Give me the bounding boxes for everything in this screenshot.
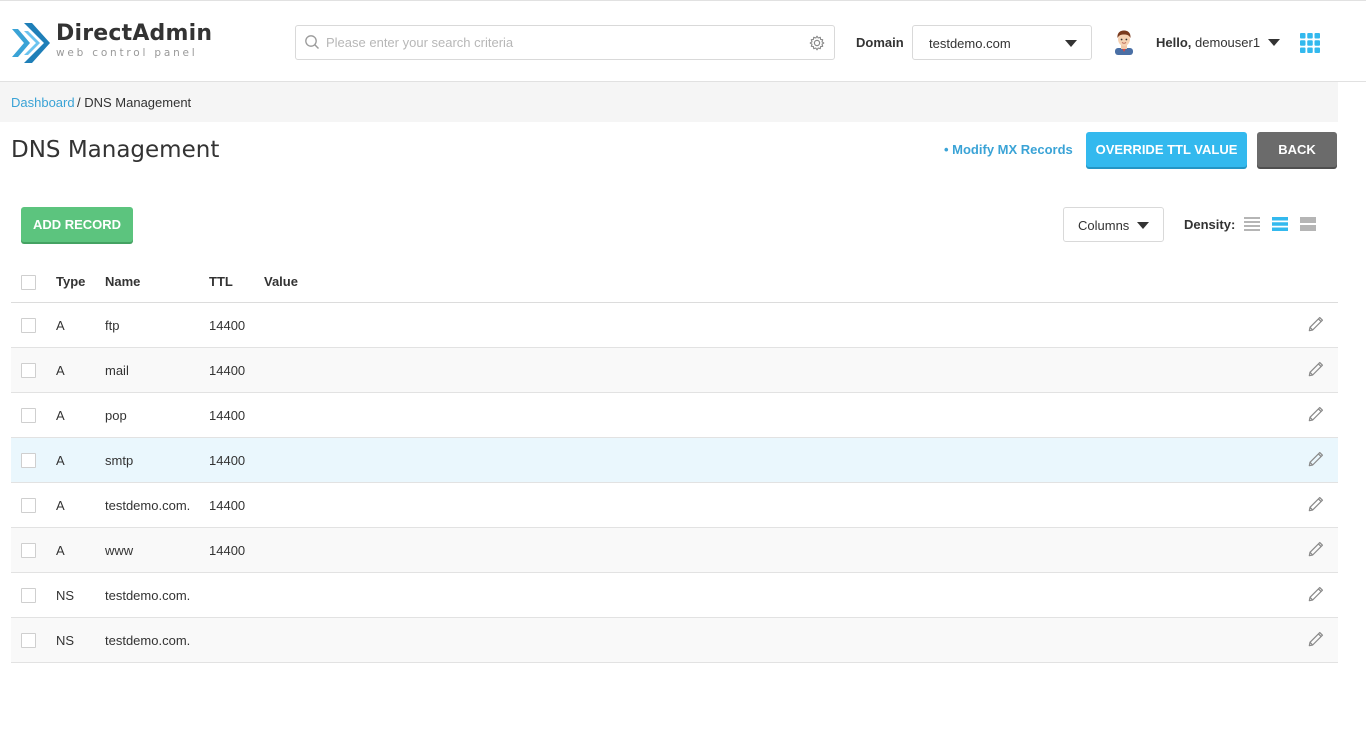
table-row[interactable]: Apop 14400	[11, 393, 1338, 438]
table-body: Aftp 14400 Amail 14400 Apop 14400 Asmtp 14400 At…	[11, 303, 1338, 663]
cell-type: A	[56, 543, 65, 558]
breadcrumb: Dashboard / DNS Management	[0, 82, 1338, 122]
cell-ttl: 14400	[209, 363, 246, 378]
select-all-checkbox[interactable]	[21, 275, 36, 290]
chevron-down-icon	[1065, 40, 1077, 47]
cell-type: NS	[56, 633, 75, 648]
table-row[interactable]: NS testdemo.com.	[11, 618, 1338, 663]
column-header-type[interactable]: Type	[56, 274, 85, 289]
greeting-label: Hello,	[1156, 35, 1192, 50]
edit-pencil-icon[interactable]	[1306, 539, 1326, 559]
logo-title: DirectAdmin	[56, 21, 213, 46]
table-row[interactable]: Aftp 14400	[11, 303, 1338, 348]
column-header-ttl[interactable]: TTL	[209, 274, 233, 289]
edit-pencil-icon[interactable]	[1306, 584, 1326, 604]
edit-pencil-icon[interactable]	[1306, 494, 1326, 514]
row-checkbox[interactable]	[21, 498, 36, 513]
columns-label: Columns	[1078, 218, 1130, 233]
row-checkbox[interactable]	[21, 543, 36, 558]
row-checkbox[interactable]	[21, 633, 36, 648]
domain-value: testdemo.com	[929, 36, 1011, 51]
edit-pencil-icon[interactable]	[1306, 449, 1326, 469]
row-checkbox[interactable]	[21, 408, 36, 423]
row-checkbox[interactable]	[21, 588, 36, 603]
row-checkbox[interactable]	[21, 453, 36, 468]
cell-name: smtp	[105, 453, 134, 468]
breadcrumb-dashboard-link[interactable]: Dashboard	[11, 95, 75, 110]
logo-chevrons-icon	[12, 23, 50, 63]
row-checkbox[interactable]	[21, 318, 36, 333]
row-checkbox[interactable]	[21, 363, 36, 378]
table-row[interactable]: Amail 14400	[11, 348, 1338, 393]
table-row[interactable]: Awww 14400	[11, 528, 1338, 573]
cell-name: testdemo.com.	[105, 588, 191, 603]
back-button[interactable]: BACK	[1257, 132, 1337, 167]
cell-ttl: 14400	[209, 453, 246, 468]
chevron-down-icon	[1137, 222, 1149, 229]
table-row[interactable]: Atestdemo.com. 14400	[11, 483, 1338, 528]
edit-pencil-icon[interactable]	[1306, 314, 1326, 334]
directadmin-logo[interactable]: DirectAdmin web control panel	[10, 21, 213, 65]
domain-label: Domain	[856, 35, 904, 50]
add-record-button[interactable]: ADD RECORD	[21, 207, 133, 242]
column-header-name[interactable]: Name	[105, 274, 140, 289]
density-comfortable-icon[interactable]	[1300, 216, 1316, 232]
column-header-value[interactable]: Value	[264, 274, 298, 289]
override-ttl-button[interactable]: OVERRIDE TTL VALUE	[1086, 132, 1247, 167]
top-header: DirectAdmin web control panel Domain tes…	[0, 0, 1366, 82]
cell-name: www	[105, 543, 134, 558]
cell-name: mail	[105, 363, 129, 378]
edit-pencil-icon[interactable]	[1306, 629, 1326, 649]
density-label: Density:	[1184, 217, 1236, 232]
cell-ttl: 14400	[209, 543, 246, 558]
cell-type: A	[56, 318, 65, 333]
domain-select[interactable]: testdemo.com	[912, 25, 1092, 60]
columns-dropdown[interactable]: Columns	[1063, 207, 1164, 242]
cell-name: testdemo.com.	[105, 498, 191, 513]
edit-pencil-icon[interactable]	[1306, 404, 1326, 424]
cell-name: pop	[105, 408, 127, 423]
breadcrumb-current: / DNS Management	[77, 95, 192, 110]
table-row[interactable]: NS testdemo.com.	[11, 573, 1338, 618]
table-row[interactable]: Asmtp 14400	[11, 438, 1338, 483]
search-input[interactable]	[326, 27, 796, 58]
apps-grid-icon[interactable]	[1300, 33, 1320, 53]
cell-type: A	[56, 453, 65, 468]
username: demouser1	[1195, 35, 1261, 50]
cell-type: A	[56, 408, 65, 423]
cell-type: A	[56, 363, 65, 378]
page-title: DNS Management	[11, 137, 220, 163]
gear-icon[interactable]	[809, 35, 825, 51]
dns-records-table: Type Name TTL Value Aftp 14400 Amail 14400 A…	[11, 262, 1338, 663]
user-menu-chevron-icon[interactable]	[1268, 39, 1280, 46]
modify-mx-records-link[interactable]: • Modify MX Records	[944, 142, 1073, 157]
cell-type: NS	[56, 588, 75, 603]
logo-subtitle: web control panel	[56, 47, 198, 59]
search-icon	[305, 35, 319, 49]
cell-ttl: 14400	[209, 318, 246, 333]
edit-pencil-icon[interactable]	[1306, 359, 1326, 379]
cell-type: A	[56, 498, 65, 513]
density-compact-icon[interactable]	[1244, 216, 1260, 232]
cell-ttl: 14400	[209, 408, 246, 423]
density-normal-icon[interactable]	[1272, 216, 1288, 232]
user-greeting[interactable]: Hello, demouser1	[1156, 35, 1260, 50]
search-box	[295, 25, 835, 60]
cell-name: testdemo.com.	[105, 633, 191, 648]
cell-name: ftp	[105, 318, 120, 333]
table-header: Type Name TTL Value	[11, 262, 1338, 303]
cell-ttl: 14400	[209, 498, 246, 513]
avatar[interactable]	[1112, 29, 1136, 55]
